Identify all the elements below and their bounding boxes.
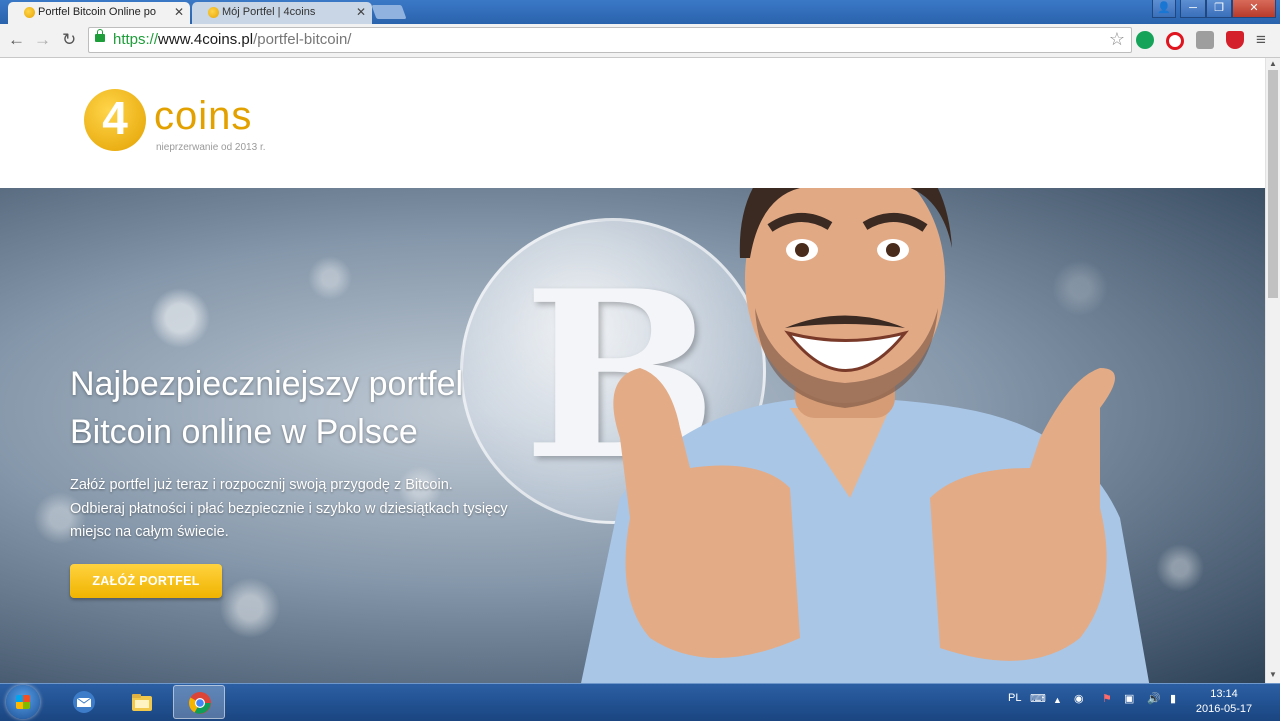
user-profile-button[interactable]: 👤: [1152, 0, 1176, 18]
logo-digit: 4: [102, 92, 128, 144]
forward-icon[interactable]: →: [34, 30, 51, 50]
secure-lock-icon[interactable]: [95, 29, 105, 42]
scroll-thumb[interactable]: [1268, 70, 1278, 298]
start-button[interactable]: [6, 685, 40, 719]
shield-red-icon[interactable]: [1226, 31, 1244, 49]
extension-grey-icon[interactable]: [1196, 31, 1214, 49]
hero-title: Najbezpieczniejszy portfel Bitcoin onlin…: [70, 360, 530, 456]
windows-taskbar: PL ⌨ ▲ ◉ ⚑ ▣ 🔊 ▮ 13:14 2016-05-17: [0, 683, 1280, 721]
tab-title: Mój Portfel | 4coins: [222, 6, 316, 18]
chrome-icon: [189, 692, 211, 714]
opera-icon[interactable]: [1166, 32, 1184, 50]
logo-tagline: nieprzerwanie od 2013 r.: [156, 142, 266, 153]
tab-close-icon[interactable]: ✕: [174, 2, 184, 23]
action-center-icon[interactable]: ⚑: [1102, 692, 1112, 705]
address-bar[interactable]: https://www.4coins.pl/portfel-bitcoin/ ☆: [88, 27, 1132, 53]
4coins-logo[interactable]: 4: [84, 89, 146, 151]
close-window-button[interactable]: ✕: [1232, 0, 1276, 18]
back-icon[interactable]: ←: [8, 30, 25, 50]
page-scrollbar[interactable]: ▲ ▼: [1265, 58, 1280, 683]
scroll-down-icon[interactable]: ▼: [1269, 670, 1277, 679]
new-tab-button[interactable]: [371, 5, 407, 19]
chrome-menu-icon[interactable]: ≡: [1256, 30, 1266, 50]
tab-portfel-bitcoin[interactable]: Portfel Bitcoin Online po ✕: [8, 2, 190, 24]
minimize-button[interactable]: ─: [1180, 0, 1206, 18]
taskbar-chrome[interactable]: [173, 685, 225, 719]
url-scheme: https://: [113, 31, 159, 48]
tab-close-icon[interactable]: ✕: [356, 2, 366, 23]
browser-toolbar: ← → ↻ https://www.4coins.pl/portfel-bitc…: [0, 24, 1280, 58]
device-icon[interactable]: ▣: [1124, 692, 1134, 705]
windows-logo-icon: [16, 695, 30, 709]
language-indicator[interactable]: PL: [1008, 692, 1021, 704]
site-header: 4 coins nieprzerwanie od 2013 r.: [0, 58, 1265, 188]
outlook-icon: [73, 691, 95, 713]
clock-time: 13:14: [1210, 688, 1238, 700]
url-text[interactable]: https://www.4coins.pl/portfel-bitcoin/: [113, 31, 351, 48]
hero-title-line2: Bitcoin online w Polsce: [70, 413, 418, 451]
volume-icon[interactable]: 🔊: [1147, 692, 1161, 705]
4coins-favicon-icon: [208, 7, 219, 18]
maximize-button[interactable]: ❐: [1206, 0, 1232, 18]
logo-wordmark[interactable]: coins: [154, 94, 252, 139]
grammarly-icon[interactable]: [1136, 31, 1154, 49]
url-path: /portfel-bitcoin/: [253, 31, 352, 48]
system-clock[interactable]: 13:14 2016-05-17: [1192, 687, 1256, 717]
tab-title: Portfel Bitcoin Online po: [38, 6, 157, 18]
hero-banner: B Najbezpieczniejszy portfel Bitcoin onl…: [0, 188, 1265, 683]
reload-icon[interactable]: ↻: [62, 30, 76, 50]
taskbar-outlook[interactable]: [58, 685, 110, 719]
file-explorer-icon: [132, 694, 152, 711]
show-hidden-icons-icon[interactable]: ▲: [1053, 695, 1062, 705]
web-page: 4 coins nieprzerwanie od 2013 r. B Najbe…: [0, 58, 1265, 683]
smiling-man-thumbs-up-image: [581, 188, 1150, 683]
clock-date: 2016-05-17: [1195, 703, 1253, 715]
keyboard-icon[interactable]: ⌨: [1030, 692, 1046, 705]
chrome-tray-icon[interactable]: ◉: [1074, 692, 1084, 705]
network-signal-icon[interactable]: ▮: [1170, 692, 1176, 705]
hero-title-line1: Najbezpieczniejszy portfel: [70, 365, 464, 403]
taskbar-file-explorer[interactable]: [116, 685, 168, 719]
browser-tab-strip: Portfel Bitcoin Online po ✕ Mój Portfel …: [0, 0, 1280, 24]
tab-moj-portfel[interactable]: Mój Portfel | 4coins ✕: [192, 2, 372, 24]
hero-description: Załóż portfel już teraz i rozpocznij swo…: [70, 477, 508, 540]
url-host: www.4coins.pl: [158, 31, 254, 48]
bookmark-star-icon[interactable]: ☆: [1109, 29, 1125, 50]
create-wallet-button[interactable]: ZAŁÓŻ PORTFEL: [70, 564, 222, 598]
4coins-favicon-icon: [24, 7, 35, 18]
scroll-up-icon[interactable]: ▲: [1269, 59, 1277, 68]
